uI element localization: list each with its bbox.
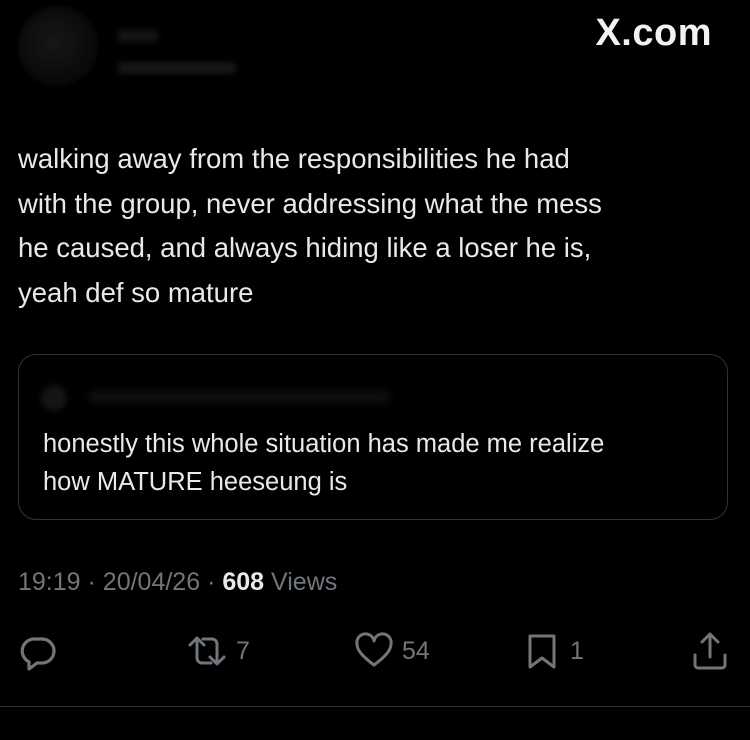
like-button[interactable]: 54 [354, 628, 430, 674]
tweet-text: walking away from the responsibilities h… [18, 143, 602, 308]
reply-button[interactable] [18, 628, 66, 674]
action-bar: 7 54 1 [0, 628, 750, 674]
x-watermark: X.com [595, 12, 712, 54]
repost-icon [186, 631, 228, 671]
bookmark-count: 1 [570, 636, 584, 665]
tweet-date[interactable]: 20/04/26 [103, 568, 200, 596]
share-button[interactable] [690, 628, 730, 674]
bottom-divider [0, 706, 750, 707]
like-count: 54 [402, 636, 430, 665]
like-icon [354, 631, 394, 671]
quoted-tweet-card[interactable]: honestly this whole situation has made m… [18, 354, 728, 520]
tweet-meta: 19:19 · 20/04/26 · 608 Views [18, 568, 337, 597]
share-icon [690, 631, 730, 671]
meta-separator: · [207, 568, 216, 596]
author-avatar[interactable] [18, 6, 98, 86]
repost-count: 7 [236, 636, 250, 665]
tweet-time[interactable]: 19:19 [18, 568, 81, 596]
views-label: Views [271, 568, 338, 596]
quoted-tweet-text: honestly this whole situation has made m… [43, 430, 605, 496]
repost-button[interactable]: 7 [186, 628, 250, 674]
author-name-redacted[interactable] [118, 30, 158, 42]
quoted-author-avatar [41, 385, 67, 411]
bookmark-icon [522, 631, 562, 671]
views-count[interactable]: 608 [222, 568, 264, 596]
bookmark-button[interactable]: 1 [522, 628, 584, 674]
meta-separator: · [87, 568, 96, 596]
quoted-author-redacted [89, 391, 389, 403]
reply-icon [18, 631, 58, 671]
author-handle-redacted[interactable] [118, 62, 236, 74]
